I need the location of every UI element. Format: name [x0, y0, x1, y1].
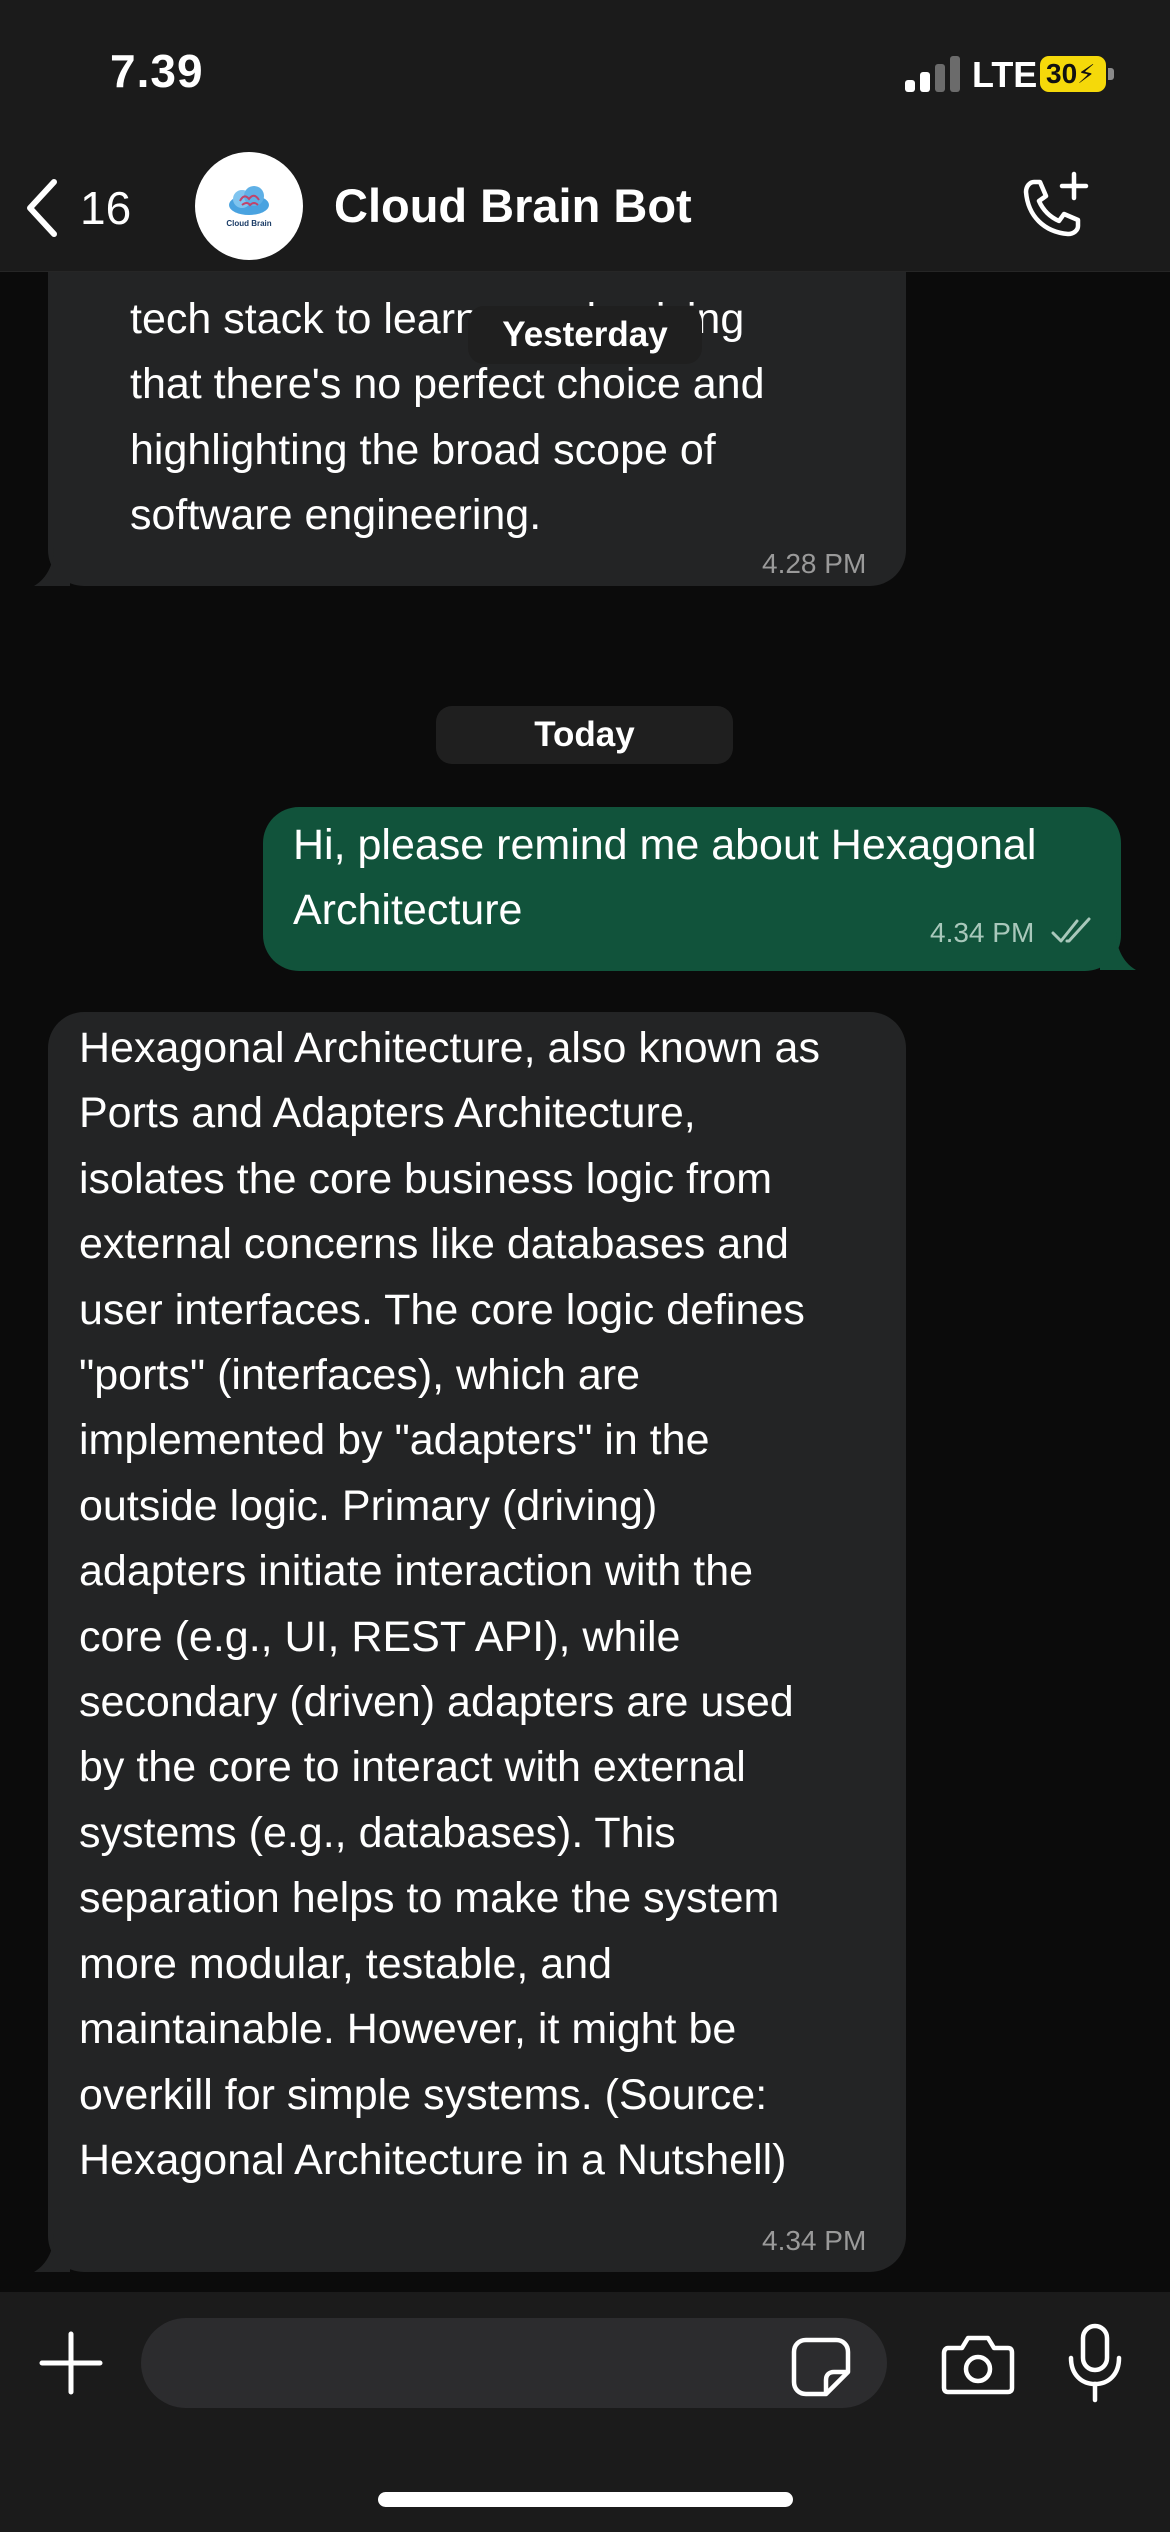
back-button[interactable]: 16 — [22, 172, 131, 244]
message-time: 4.34 PM — [762, 2225, 867, 2256]
message-input[interactable] — [141, 2318, 887, 2408]
message-list[interactable]: tech stack to learn, emphasizing that th… — [0, 272, 1170, 2292]
message-time: 4.34 PM — [930, 917, 1035, 948]
date-chip-yesterday: Yesterday — [468, 306, 702, 364]
chat-title[interactable]: Cloud Brain Bot — [334, 178, 692, 233]
plus-icon — [39, 2331, 103, 2395]
unread-count: 16 — [80, 182, 132, 234]
status-bar: 7.39 LTE 30⚡ — [0, 0, 1170, 150]
call-button[interactable] — [1012, 170, 1092, 250]
incoming-message[interactable]: Hexagonal Architecture, also known as Po… — [48, 1012, 906, 2272]
double-check-icon — [1051, 917, 1091, 943]
bubble-tail — [34, 2234, 70, 2272]
status-time: 7.39 — [110, 45, 204, 97]
sticker-button[interactable] — [790, 2336, 852, 2398]
home-indicator-bar[interactable] — [378, 2492, 793, 2507]
battery-nub — [1108, 68, 1114, 80]
microphone-icon — [1068, 2323, 1122, 2403]
message-text: Hi, please remind me about Hexagonal Arc… — [293, 821, 1037, 935]
camera-icon — [941, 2335, 1015, 2395]
bubble-tail — [34, 548, 70, 586]
phone-plus-icon — [1023, 171, 1089, 237]
battery-icon: 30⚡ — [1040, 56, 1106, 92]
attach-button[interactable] — [36, 2328, 106, 2398]
avatar[interactable]: Cloud Brain — [195, 152, 303, 260]
network-type: LTE — [972, 54, 1038, 95]
date-chip-today: Today — [436, 706, 733, 764]
cloud-brain-logo-icon — [229, 185, 269, 215]
signal-strength-icon — [905, 56, 965, 92]
avatar-logo-text: Cloud Brain — [226, 218, 272, 228]
microphone-button[interactable] — [1065, 2322, 1125, 2406]
battery-level: 30 — [1046, 58, 1078, 89]
outgoing-message[interactable]: Hi, please remind me about Hexagonal Arc… — [263, 807, 1121, 971]
chat-header: 16 Cloud Brain Cloud Brain Bot — [0, 150, 1170, 272]
message-time: 4.28 PM — [762, 548, 867, 579]
camera-button[interactable] — [940, 2330, 1016, 2400]
message-text: Hexagonal Architecture, also known as Po… — [79, 1024, 820, 2184]
bubble-tail — [1100, 932, 1136, 970]
chevron-left-icon — [27, 179, 57, 237]
sticker-icon — [791, 2337, 851, 2397]
